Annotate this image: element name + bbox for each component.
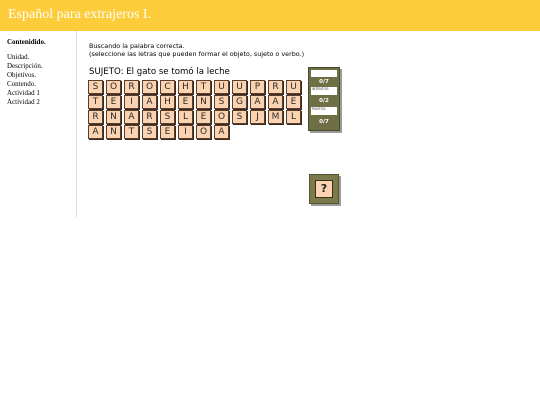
letter-tile[interactable]: S — [88, 80, 103, 94]
letter-tile[interactable]: E — [286, 95, 301, 109]
letter-tile[interactable]: N — [196, 95, 211, 109]
letter-tile[interactable]: C — [160, 80, 175, 94]
letter-tile[interactable]: S — [214, 95, 229, 109]
attempts-value: 0/2 — [319, 98, 329, 104]
points-label-box: PUNTOS: — [311, 107, 337, 115]
sidebar-item-contenido[interactable]: Contendo. — [7, 80, 43, 89]
letter-tile[interactable]: R — [142, 110, 157, 124]
letter-tile[interactable]: G — [232, 95, 247, 109]
letter-tile[interactable]: A — [124, 110, 139, 124]
letter-tile[interactable]: U — [286, 80, 301, 94]
letter-tile[interactable]: L — [286, 110, 301, 124]
header-bar: Español para extrajeros I. — [0, 0, 540, 31]
attempts-label-box: INTENTOS: — [311, 87, 337, 95]
letter-tile[interactable]: S — [142, 125, 157, 139]
letter-tile[interactable]: N — [106, 125, 121, 139]
help-button[interactable]: ? — [309, 174, 339, 204]
instructions: Buscando la palabra correcta. (seleccion… — [89, 42, 304, 58]
letter-tile[interactable]: E — [178, 95, 193, 109]
letter-tile[interactable]: A — [142, 95, 157, 109]
letter-tile[interactable]: T — [124, 125, 139, 139]
letter-tile[interactable]: I — [178, 125, 193, 139]
letter-tile[interactable]: M — [268, 110, 283, 124]
letter-tile[interactable]: A — [214, 125, 229, 139]
letter-tile[interactable]: O — [196, 125, 211, 139]
letter-tile[interactable]: T — [196, 80, 211, 94]
letter-tile[interactable]: O — [142, 80, 157, 94]
sidebar-item-actividad-2[interactable]: Actividad 2 — [7, 98, 43, 107]
letter-tile[interactable]: O — [214, 110, 229, 124]
letter-tile[interactable]: L — [178, 110, 193, 124]
instructions-line-1: Buscando la palabra correcta. — [89, 42, 185, 50]
sidebar: Contenidido. Unidad. Descripción. Objeti… — [0, 31, 77, 217]
subject-sentence: SUJETO: El gato se tomó la leche — [89, 67, 230, 77]
letter-tile[interactable]: E — [160, 125, 175, 139]
letter-tile[interactable]: U — [232, 80, 247, 94]
attempts-label: INTENTOS: — [312, 87, 330, 91]
letter-tile[interactable]: T — [88, 95, 103, 109]
instructions-line-2: (seleccione las letras que pueden formar… — [89, 50, 305, 58]
total-score: 0/7 — [319, 79, 329, 85]
sidebar-item-actividad-1[interactable]: Actividad 1 — [7, 89, 43, 98]
letter-tile[interactable]: R — [268, 80, 283, 94]
points-value: 0/7 — [319, 119, 329, 125]
letter-grid: SOROCHTUUPRUTEIAHENSGAAERNARSLEOSJMLANTS… — [88, 80, 304, 140]
letter-tile[interactable]: S — [160, 110, 175, 124]
letter-tile[interactable]: P — [250, 80, 265, 94]
page-title: Español para extrajeros I. — [8, 7, 152, 22]
letter-row: TEIAHENSGAAE — [88, 95, 304, 110]
letter-tile[interactable]: E — [196, 110, 211, 124]
letter-tile[interactable]: R — [124, 80, 139, 94]
letter-tile[interactable]: H — [160, 95, 175, 109]
sidebar-heading: Contenidido. — [7, 38, 46, 46]
points-label: PUNTOS: — [312, 107, 327, 111]
sidebar-item-unidad[interactable]: Unidad. — [7, 53, 43, 62]
letter-tile[interactable]: J — [250, 110, 265, 124]
sidebar-item-objetivos[interactable]: Objetivos. — [7, 71, 43, 80]
help-question-icon: ? — [315, 180, 333, 198]
letter-row: ANTSEIOA — [88, 125, 304, 140]
letter-row: SOROCHTUUPRU — [88, 80, 304, 95]
letter-tile[interactable]: I — [124, 95, 139, 109]
letter-tile[interactable]: E — [106, 95, 121, 109]
letter-tile[interactable]: R — [88, 110, 103, 124]
sidebar-item-descripcion[interactable]: Descripción. — [7, 62, 43, 71]
letter-tile[interactable]: S — [232, 110, 247, 124]
letter-tile[interactable]: A — [88, 125, 103, 139]
letter-tile[interactable]: A — [268, 95, 283, 109]
letter-tile[interactable]: H — [178, 80, 193, 94]
letter-tile[interactable]: U — [214, 80, 229, 94]
sidebar-menu: Unidad. Descripción. Objetivos. Contendo… — [7, 53, 43, 107]
letter-tile[interactable]: O — [106, 80, 121, 94]
score-blank — [311, 70, 337, 77]
score-panel: 0/7 INTENTOS: 0/2 PUNTOS: 0/7 — [308, 67, 340, 131]
letter-tile[interactable]: A — [250, 95, 265, 109]
letter-row: RNARSLEOSJML — [88, 110, 304, 125]
letter-tile[interactable]: N — [106, 110, 121, 124]
